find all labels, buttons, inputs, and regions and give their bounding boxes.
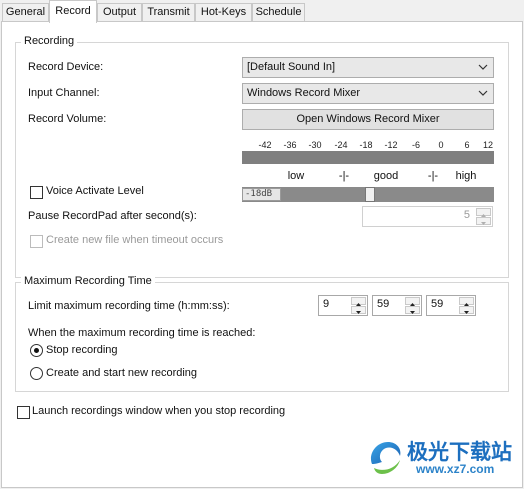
pause-seconds-spinner[interactable]: 5	[362, 206, 493, 227]
spinner-up-button[interactable]	[476, 208, 491, 217]
spinner-arrows	[459, 297, 474, 314]
spinner-down-button[interactable]	[459, 306, 474, 314]
pause-recordpad-label: Pause RecordPad after second(s):	[28, 210, 197, 222]
spinner-up-button[interactable]	[405, 297, 420, 306]
meter-zone-good: good	[373, 170, 399, 182]
spinner-down-button[interactable]	[405, 306, 420, 314]
voice-activate-label: Voice Activate Level	[46, 185, 144, 197]
arrow-down-icon	[481, 222, 486, 225]
max-recording-time-title: Maximum Recording Time	[21, 275, 155, 287]
arrow-down-icon	[410, 311, 415, 314]
record-device-dropdown[interactable]: [Default Sound In]	[242, 57, 494, 78]
record-device-label: Record Device:	[28, 61, 104, 73]
stop-recording-radio[interactable]	[30, 344, 43, 357]
meter-scale-tick: -36	[283, 140, 297, 150]
meter-zone-low: low	[287, 170, 305, 182]
meter-scale-tick: -42	[258, 140, 272, 150]
voice-level-slider-thumb[interactable]	[365, 187, 375, 202]
meter-zone-separator: -|-	[338, 170, 350, 182]
when-reached-label: When the maximum recording time is reach…	[28, 327, 256, 339]
meter-scale-tick: -30	[308, 140, 322, 150]
meter-zone-separator: -|-	[427, 170, 439, 182]
recording-group-title: Recording	[21, 35, 78, 47]
input-channel-dropdown[interactable]: Windows Record Mixer	[242, 83, 494, 104]
spinner-down-button[interactable]	[351, 306, 366, 314]
arrow-down-icon	[356, 311, 361, 314]
minutes-spinner[interactable]: 59	[372, 295, 422, 316]
input-channel-label: Input Channel:	[28, 87, 100, 99]
watermark-logo-icon	[370, 442, 401, 474]
tab-schedule[interactable]: Schedule	[252, 3, 305, 22]
limit-max-time-label: Limit maximum recording time (h:mm:ss):	[28, 300, 230, 312]
create-new-recording-label: Create and start new recording	[46, 367, 198, 379]
meter-scale-tick: 12	[482, 140, 493, 150]
hours-value: 9	[323, 298, 330, 310]
meter-scale-tick: -12	[384, 140, 398, 150]
stop-recording-label: Stop recording	[46, 344, 118, 356]
tab-output[interactable]: Output	[97, 3, 142, 22]
create-new-file-checkbox[interactable]	[30, 235, 43, 248]
record-volume-label: Record Volume:	[28, 113, 107, 125]
meter-scale-tick: -24	[334, 140, 348, 150]
meter-scale-tick: -6	[411, 140, 420, 150]
open-windows-record-mixer-button[interactable]: Open Windows Record Mixer	[242, 109, 494, 130]
spinner-up-button[interactable]	[351, 297, 366, 306]
chevron-down-icon	[478, 64, 488, 70]
seconds-value: 59	[431, 298, 444, 310]
seconds-spinner[interactable]: 59	[426, 295, 476, 316]
meter-scale-tick: 6	[464, 140, 470, 150]
spinner-arrows	[351, 297, 366, 314]
meter-zone-high: high	[455, 170, 477, 182]
arrow-down-icon	[464, 311, 469, 314]
spinner-arrows	[405, 297, 420, 314]
tab-transmit[interactable]: Transmit	[142, 3, 195, 22]
spinner-arrows	[476, 208, 491, 225]
level-meter	[242, 151, 494, 164]
hours-spinner[interactable]: 9	[318, 295, 368, 316]
voice-activate-checkbox[interactable]	[30, 186, 43, 199]
record-device-value: [Default Sound In]	[247, 61, 336, 73]
tab-strip: General Record Output Transmit Hot-Keys …	[0, 0, 524, 23]
radio-selected-dot	[34, 348, 39, 353]
create-new-recording-radio[interactable]	[30, 367, 43, 380]
meter-scale-tick: -18	[359, 140, 373, 150]
voice-level-value: -18dB	[242, 188, 281, 201]
watermark-url-text: www.xz7.com	[416, 462, 495, 476]
minutes-value: 59	[377, 298, 390, 310]
record-tab-panel: Recording Record Device: [Default Sound …	[1, 21, 523, 488]
tab-general[interactable]: General	[2, 3, 49, 22]
tab-hot-keys[interactable]: Hot-Keys	[195, 3, 252, 22]
spinner-up-button[interactable]	[459, 297, 474, 306]
pause-seconds-value: 5	[463, 209, 470, 221]
chevron-down-icon	[478, 90, 488, 96]
launch-window-checkbox[interactable]	[17, 406, 30, 419]
input-channel-value: Windows Record Mixer	[247, 87, 361, 99]
spinner-down-button[interactable]	[476, 217, 491, 225]
meter-scale-tick: 0	[438, 140, 444, 150]
tab-record[interactable]: Record	[49, 0, 97, 23]
launch-window-label: Launch recordings window when you stop r…	[32, 405, 286, 417]
create-new-file-label: Create new file when timeout occurs	[46, 234, 224, 246]
